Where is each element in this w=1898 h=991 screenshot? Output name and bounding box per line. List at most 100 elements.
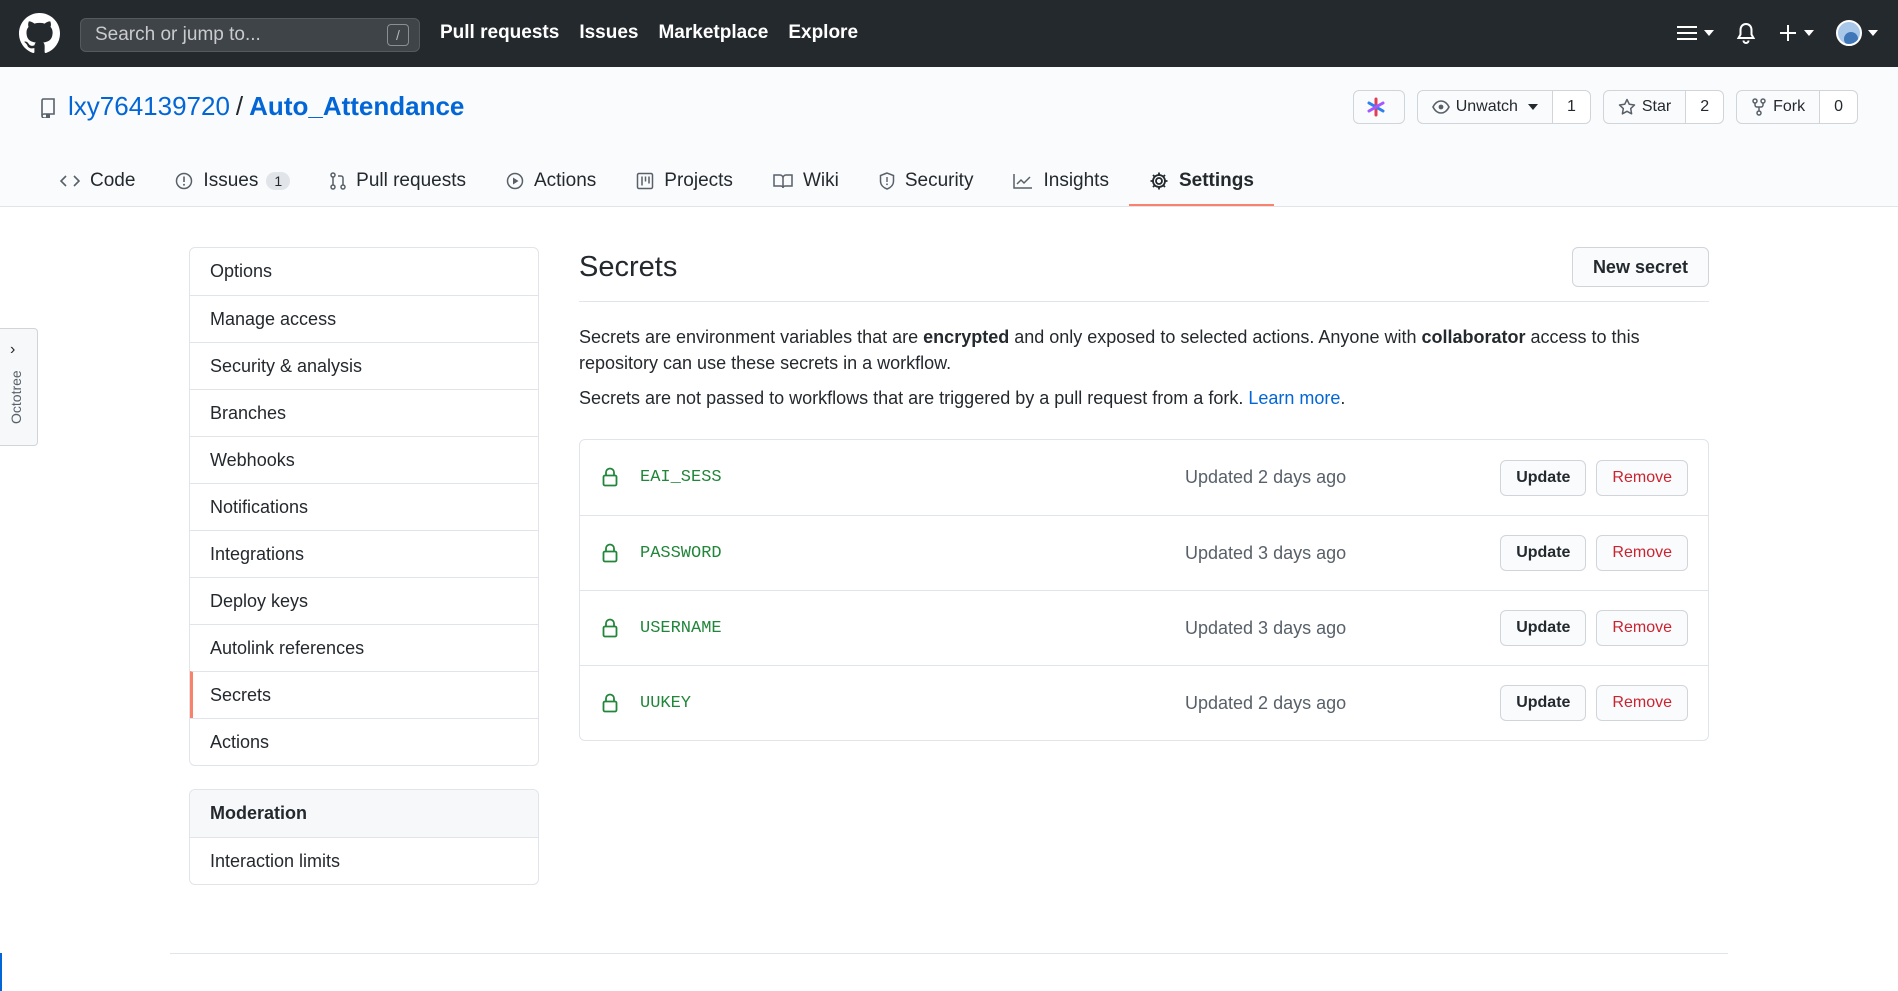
tab-settings[interactable]: Settings	[1128, 158, 1274, 206]
secret-updated: Updated 2 days ago	[1185, 467, 1347, 487]
tab-projects[interactable]: Projects	[616, 158, 753, 206]
menu-item-autolink-references[interactable]: Autolink references	[190, 624, 538, 671]
row-actions: Update Remove	[1500, 610, 1688, 646]
menu-item-options[interactable]: Options	[190, 248, 538, 295]
page-title: Secrets	[579, 250, 678, 283]
tab-security[interactable]: Security	[859, 158, 994, 206]
update-button[interactable]: Update	[1500, 610, 1587, 646]
menu-item-actions[interactable]: Actions	[190, 718, 538, 765]
watch-count[interactable]: 1	[1551, 91, 1590, 123]
notifications-button[interactable]	[1736, 22, 1756, 44]
play-icon	[506, 172, 524, 190]
learn-more-link[interactable]: Learn more	[1248, 388, 1340, 408]
global-nav: Pull requests Issues Marketplace Explore	[440, 22, 858, 44]
bell-icon	[1736, 22, 1756, 44]
tab-label: Projects	[664, 170, 733, 191]
chevron-right-icon: ›	[10, 341, 16, 358]
header-right	[1676, 20, 1878, 46]
sponsor-button[interactable]	[1352, 90, 1405, 124]
nav-issues[interactable]: Issues	[579, 22, 638, 44]
slash-shortcut-badge: /	[387, 24, 409, 46]
update-button[interactable]: Update	[1500, 535, 1587, 571]
repo-tabs: Code Issues 1 Pull requests Actions Proj…	[40, 158, 1274, 206]
fork-icon	[1752, 98, 1766, 116]
menu-item-webhooks[interactable]: Webhooks	[190, 436, 538, 483]
update-button[interactable]: Update	[1500, 685, 1587, 721]
repo-header: lxy764139720 / Auto_Attendance Unwatch 1…	[0, 67, 1898, 207]
footer-divider	[170, 953, 1728, 954]
hamburger-menu-button[interactable]	[1676, 24, 1714, 42]
tab-label: Insights	[1043, 170, 1109, 191]
avatar	[1836, 20, 1862, 46]
shield-icon	[879, 172, 895, 190]
fork-label: Fork	[1773, 98, 1806, 115]
octotree-toggle[interactable]: › Octotree	[0, 328, 38, 446]
nav-explore[interactable]: Explore	[788, 22, 858, 44]
update-button[interactable]: Update	[1500, 459, 1587, 496]
tab-insights[interactable]: Insights	[993, 158, 1128, 206]
star-label: Star	[1641, 98, 1672, 115]
menu-item-deploy-keys[interactable]: Deploy keys	[190, 577, 538, 624]
desc-text-2: and only exposed to selected actions. An…	[1009, 327, 1422, 347]
unwatch-label: Unwatch	[1455, 98, 1518, 115]
search-placeholder: Search or jump to...	[95, 24, 261, 45]
lock-icon	[602, 693, 618, 713]
new-secret-button[interactable]: New secret	[1571, 247, 1709, 287]
row-actions: Update Remove	[1500, 535, 1688, 571]
user-menu-button[interactable]	[1836, 20, 1878, 46]
tab-label: Security	[904, 170, 974, 191]
unwatch-button[interactable]: Unwatch	[1418, 91, 1552, 123]
lock-icon	[602, 467, 618, 487]
create-new-button[interactable]	[1778, 23, 1814, 43]
nav-marketplace[interactable]: Marketplace	[658, 22, 768, 44]
plus-icon	[1780, 25, 1796, 41]
secret-name: USERNAME	[640, 618, 722, 638]
tab-wiki[interactable]: Wiki	[753, 158, 859, 206]
nav-pull-requests[interactable]: Pull requests	[440, 22, 559, 44]
star-count[interactable]: 2	[1685, 91, 1724, 123]
list-item: PASSWORD Updated 3 days ago Update Remov…	[580, 515, 1708, 590]
menu-item-interaction-limits[interactable]: Interaction limits	[190, 837, 538, 884]
lock-icon	[602, 618, 618, 638]
code-icon	[60, 175, 80, 187]
tab-code[interactable]: Code	[40, 158, 155, 206]
octotree-label: Octotree	[8, 370, 24, 424]
remove-button[interactable]: Remove	[1596, 535, 1688, 571]
menu-item-notifications[interactable]: Notifications	[190, 483, 538, 530]
secret-name: PASSWORD	[640, 543, 722, 563]
repo-owner-link[interactable]: lxy764139720	[68, 91, 230, 122]
menu-item-manage-access[interactable]: Manage access	[190, 295, 538, 342]
repo-name-link[interactable]: Auto_Attendance	[249, 91, 464, 122]
remove-button[interactable]: Remove	[1596, 610, 1688, 646]
chevron-down-icon	[1527, 104, 1538, 110]
tab-label: Code	[90, 170, 136, 191]
github-logo-icon[interactable]	[19, 13, 60, 54]
star-button-group: Star 2	[1602, 90, 1725, 124]
tab-actions[interactable]: Actions	[486, 158, 616, 206]
desc-bold-encrypted: encrypted	[923, 327, 1010, 347]
star-button[interactable]: Star	[1604, 91, 1685, 123]
tab-issues[interactable]: Issues 1	[155, 158, 310, 206]
fork-count[interactable]: 0	[1819, 91, 1857, 123]
tab-pull-requests[interactable]: Pull requests	[310, 158, 486, 206]
remove-button[interactable]: Remove	[1596, 459, 1688, 496]
secret-updated: Updated 2 days ago	[1185, 692, 1347, 713]
secret-name: EAI_SESS	[640, 468, 722, 487]
secret-updated: Updated 3 days ago	[1185, 617, 1347, 638]
search-input[interactable]: Search or jump to... /	[80, 18, 420, 52]
remove-button[interactable]: Remove	[1596, 685, 1688, 721]
list-item: UUKEY Updated 2 days ago Update Remove	[580, 665, 1708, 740]
tab-label: Pull requests	[356, 170, 466, 191]
fork-button[interactable]: Fork	[1737, 91, 1819, 123]
menu-item-integrations[interactable]: Integrations	[190, 530, 538, 577]
repo-title: lxy764139720 / Auto_Attendance	[40, 91, 464, 122]
window-edge-accent	[0, 953, 2, 991]
menu-item-security-analysis[interactable]: Security & analysis	[190, 342, 538, 389]
desc-text-1: Secrets are environment variables that a…	[579, 327, 924, 347]
graph-icon	[1013, 174, 1033, 189]
menu-item-branches[interactable]: Branches	[190, 389, 538, 436]
subhead: Secrets New secret	[579, 247, 1709, 302]
menu-item-secrets[interactable]: Secrets	[190, 671, 538, 718]
repo-actions: Unwatch 1 Star 2 Fork 0	[1352, 90, 1858, 124]
desc-bold-collaborator: collaborator	[1421, 327, 1526, 347]
